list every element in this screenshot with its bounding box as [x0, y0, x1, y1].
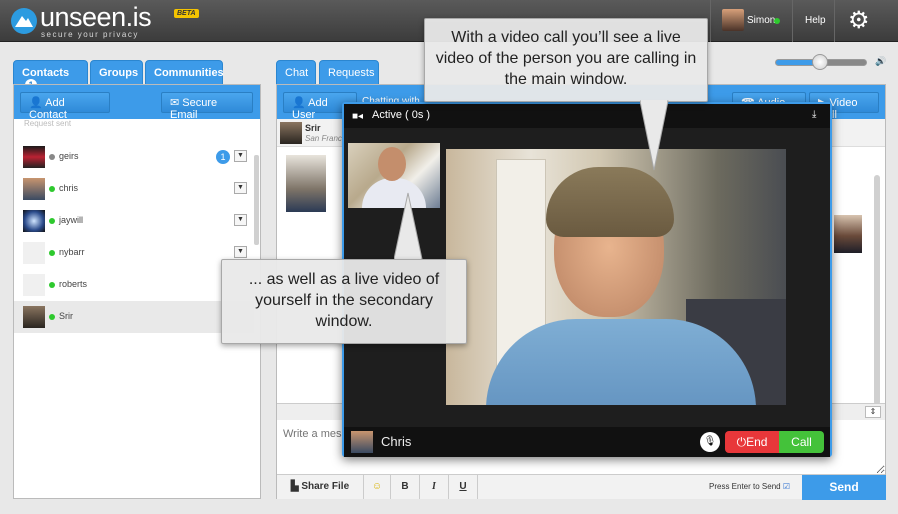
tab-contacts[interactable]: Contacts1 [13, 60, 88, 91]
scrollbar[interactable] [254, 155, 259, 245]
video-footer: Chris 🎙 ⏻End Call [344, 427, 830, 457]
add-user-icon: 👤 [29, 97, 43, 109]
avatar [23, 210, 45, 232]
tab-label: Groups [99, 67, 139, 79]
resize-icon[interactable]: ⇕ [865, 406, 881, 418]
microphone-icon[interactable]: 🎙 [700, 432, 720, 452]
add-user-icon: 👤 [292, 97, 306, 109]
send-button[interactable]: Send [802, 475, 886, 500]
callout-secondary-window: ... as well as a live video of yourself … [221, 259, 467, 344]
help-link[interactable]: Help [805, 15, 826, 26]
end-call-button[interactable]: ⏻End [725, 431, 779, 453]
avatar [351, 431, 373, 453]
underline-button[interactable]: U [449, 475, 478, 499]
remote-video [446, 149, 786, 405]
chevron-down-icon[interactable]: ▼ [234, 246, 247, 258]
contact-name: chris [59, 183, 79, 193]
contact-item-nybarr[interactable]: nybarr ▼ [14, 237, 254, 269]
divider [792, 0, 793, 42]
gear-icon[interactable]: ⚙ [848, 9, 870, 33]
offline-status-dot [49, 154, 55, 160]
callout-main-window: With a video call you’ll see a live vide… [424, 18, 708, 102]
logo-icon [11, 8, 37, 34]
share-file-label: Share File [301, 481, 350, 492]
message-avatar [286, 155, 326, 212]
speaker-icon: 🔊 [875, 56, 887, 66]
avatar [23, 274, 45, 296]
contact-item-roberts[interactable]: roberts [14, 269, 254, 301]
divider [834, 0, 835, 42]
contact-item-chris[interactable]: chris ▼ [14, 173, 254, 205]
online-status-dot [49, 250, 55, 256]
tab-chat[interactable]: Chat [276, 60, 316, 85]
unread-badge: 1 [216, 150, 230, 164]
tab-label: Chat [285, 67, 309, 79]
tab-communities[interactable]: Communities [145, 60, 224, 85]
contacts-toolbar: 👤 Add Contact ✉ Secure Email [14, 85, 260, 121]
power-icon: ⏻ [736, 435, 747, 449]
contact-item-srir[interactable]: Srir [14, 301, 254, 333]
caller-name: Chris [381, 434, 412, 449]
online-status-dot [49, 314, 55, 320]
logo-text: unseen.is [40, 2, 152, 32]
online-status-dot [774, 18, 780, 24]
end-call-label: End [746, 435, 768, 449]
tab-requests[interactable]: Requests [319, 60, 379, 85]
file-icon: ▙ [290, 481, 299, 492]
call-status: Active ( 0s ) [372, 109, 431, 121]
video-camera-icon: ■◂ [352, 111, 364, 122]
call-button[interactable]: Call [779, 431, 824, 453]
avatar [23, 178, 45, 200]
mail-icon: ✉ [170, 97, 180, 109]
avatar [23, 146, 45, 168]
beta-badge: BETA [174, 9, 199, 18]
section-label: Request sent [24, 119, 72, 128]
press-enter-label[interactable]: Press Enter to Send ☑ [709, 482, 790, 491]
volume-slider-handle[interactable] [812, 54, 828, 70]
contact-name: Srir [59, 311, 73, 321]
italic-button[interactable]: I [420, 475, 449, 499]
online-status-dot [49, 218, 55, 224]
callout-pointer [640, 100, 669, 171]
online-status-dot [49, 186, 55, 192]
chevron-down-icon[interactable]: ▼ [234, 150, 247, 162]
tab-groups[interactable]: Groups [90, 60, 143, 85]
contact-item-geirs[interactable]: geirs 1 ▼ [14, 141, 254, 173]
contact-item-jaywill[interactable]: jaywill ▼ [14, 205, 254, 237]
scrollbar[interactable] [874, 175, 880, 405]
emoji-icon[interactable]: ☺ [364, 475, 391, 499]
chevron-down-icon[interactable]: ▼ [234, 214, 247, 226]
press-enter-text: Press Enter to Send [709, 482, 781, 491]
share-file-button[interactable]: ▙ Share File [277, 475, 364, 499]
avatar [280, 122, 302, 144]
contact-name: roberts [59, 279, 88, 289]
avatar [23, 242, 45, 264]
tab-label: Communities [154, 67, 224, 79]
online-status-dot [49, 282, 55, 288]
user-name[interactable]: Simon [747, 15, 775, 26]
message-avatar [834, 215, 862, 253]
contact-name: geirs [59, 151, 79, 161]
chevron-down-icon[interactable]: ▼ [234, 182, 247, 194]
add-contact-button[interactable]: 👤 Add Contact [20, 92, 110, 121]
chat-partner-name: Srir [305, 123, 321, 133]
tab-label: Contacts [22, 67, 70, 79]
contact-name: nybarr [59, 247, 85, 257]
avatar [23, 306, 45, 328]
checkbox-icon[interactable]: ☑ [783, 482, 790, 491]
secure-email-button[interactable]: ✉ Secure Email [161, 92, 253, 121]
divider [710, 0, 711, 42]
user-avatar[interactable] [722, 9, 744, 31]
logo-tagline: secure your privacy [41, 30, 139, 39]
video-header: ■◂ Active ( 0s ) ⤓ [344, 104, 830, 128]
tab-label: Requests [328, 67, 375, 79]
contact-list: Request sent geirs 1 ▼ chris ▼ jaywill ▼… [14, 119, 254, 499]
self-video-face [378, 147, 406, 181]
bold-button[interactable]: B [391, 475, 420, 499]
minimize-icon[interactable]: ⤓ [812, 109, 816, 120]
remote-video-hair [546, 167, 674, 237]
chat-bottom-bar: ▙ Share File ☺ B I U Press Enter to Send… [277, 474, 886, 500]
contact-name: jaywill [59, 215, 84, 225]
callout-pointer [394, 192, 423, 260]
